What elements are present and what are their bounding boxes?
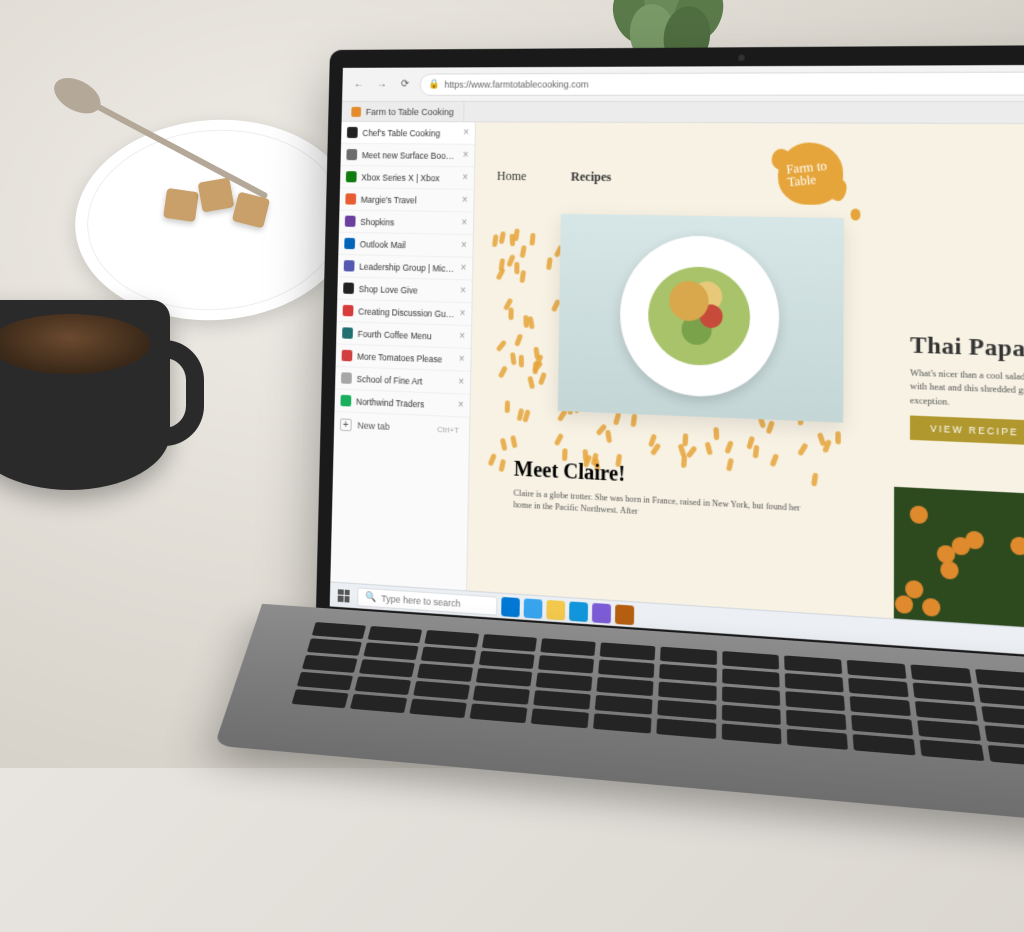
tab-label: More Tomatoes Please [357, 351, 454, 365]
forward-button[interactable]: → [373, 75, 391, 93]
favicon [346, 171, 357, 182]
tab-group[interactable]: Farm to Table Cooking [342, 102, 465, 121]
nav-recipes[interactable]: Recipes [571, 169, 612, 185]
tab-close-icon[interactable]: × [459, 354, 465, 366]
tab-label: Margie's Travel [361, 194, 457, 205]
tab-close-icon[interactable]: × [458, 400, 464, 412]
tab-close-icon[interactable]: × [462, 195, 468, 206]
featured-recipe: Thai Papaya Sa What's nicer than a cool … [910, 331, 1024, 453]
recipe-blurb: What's nicer than a cool salad on a summ… [910, 366, 1024, 418]
plus-icon: + [340, 418, 352, 431]
favicon [345, 193, 356, 204]
search-placeholder: Type here to search [381, 593, 461, 609]
vertical-tab[interactable]: Leadership Group | Microsoft × [338, 255, 473, 281]
new-tab-label: New tab [357, 420, 390, 432]
tab-label: Meet new Surface Book 3or 13.5" [362, 150, 458, 161]
vertical-tab[interactable]: Xbox Series X | Xbox × [340, 166, 474, 190]
new-tab-shortcut: Ctrl+T [437, 424, 459, 434]
laptop: ← → ⟳ 🔒 https://www.farmtotablecooking.c… [310, 43, 1024, 932]
tab-label: Leadership Group | Microsoft [359, 261, 455, 273]
address-bar[interactable]: 🔒 https://www.farmtotablecooking.com [419, 71, 1024, 95]
favicon [340, 395, 351, 407]
vertical-tab[interactable]: Meet new Surface Book 3or 13.5" × [340, 144, 474, 167]
back-button[interactable]: ← [350, 75, 368, 93]
recipe-photo [558, 214, 844, 423]
screen: ← → ⟳ 🔒 https://www.farmtotablecooking.c… [330, 64, 1024, 665]
tab-group-strip: Farm to Table Cooking ‹ [342, 102, 1024, 125]
favicon [344, 260, 355, 271]
tab-label: School of Fine Art [356, 373, 453, 387]
tab-close-icon[interactable]: × [461, 240, 467, 251]
tab-close-icon[interactable]: × [458, 377, 464, 389]
tab-label: Outlook Mail [360, 239, 456, 251]
favicon [342, 350, 353, 362]
tab-close-icon[interactable]: × [463, 127, 469, 138]
tab-label: Xbox Series X | Xbox [361, 172, 457, 183]
lock-icon: 🔒 [428, 79, 439, 90]
favicon [343, 282, 354, 293]
taskbar-mail-icon[interactable] [569, 601, 588, 622]
view-recipe-button[interactable]: VIEW RECIPE [910, 415, 1024, 445]
taskbar-app-icon[interactable] [615, 604, 634, 625]
tab-group-label: Farm to Table Cooking [366, 106, 454, 116]
favicon [343, 305, 354, 317]
browser-toolbar: ← → ⟳ 🔒 https://www.farmtotablecooking.c… [342, 64, 1024, 102]
tab-close-icon[interactable]: × [459, 308, 465, 320]
tab-label: Fourth Coffee Menu [358, 328, 455, 341]
favicon [342, 327, 353, 339]
favicon [347, 127, 358, 138]
sugar-cube [163, 188, 199, 222]
tab-label: Northwind Traders [356, 396, 453, 410]
tab-label: Creating Discussion Guidelines [358, 306, 455, 319]
tab-label: Shopkins [360, 216, 456, 228]
tab-close-icon[interactable]: × [463, 150, 469, 161]
url-text: https://www.farmtotablecooking.com [444, 79, 588, 90]
vertical-tab[interactable]: Margie's Travel × [339, 188, 473, 212]
tab-label: Chef's Table Cooking [362, 127, 458, 138]
webcam [738, 55, 744, 61]
recipe-title: Thai Papaya Sa [910, 331, 1024, 369]
tab-group-icon [351, 106, 361, 116]
vertical-tabs-sidebar: Chef's Table Cooking×Meet new Surface Bo… [330, 122, 476, 591]
vertical-tab[interactable]: Chef's Table Cooking × [341, 122, 475, 145]
secondary-photo [894, 487, 1024, 638]
taskbar-app-icon[interactable] [501, 596, 520, 616]
favicon [341, 372, 352, 384]
taskbar-folder-icon[interactable] [546, 599, 565, 620]
tab-close-icon[interactable]: × [462, 172, 468, 183]
taskbar-app-icon[interactable] [592, 602, 611, 623]
taskbar-edge-icon[interactable] [524, 598, 543, 619]
reload-button[interactable]: ⟳ [396, 75, 414, 93]
site-nav: Home Recipes About Contact [475, 157, 1024, 203]
favicon [346, 149, 357, 160]
vertical-tab[interactable]: Shopkins × [339, 210, 473, 235]
favicon [344, 238, 355, 249]
webpage-content: Farm to Table Cooking Home Recipes About… [467, 122, 1024, 638]
tab-close-icon[interactable]: × [460, 285, 466, 297]
coffee-cup [0, 300, 170, 490]
start-button[interactable] [334, 584, 354, 606]
favicon [345, 216, 356, 227]
search-icon: 🔍 [365, 591, 376, 603]
tab-close-icon[interactable]: × [461, 217, 467, 228]
site-logo[interactable]: Farm to Table [778, 142, 852, 218]
tab-label: Shop Love Give [359, 283, 455, 296]
nav-home[interactable]: Home [497, 168, 527, 184]
tab-close-icon[interactable]: × [460, 263, 466, 274]
tab-close-icon[interactable]: × [459, 331, 465, 343]
egg-icon [851, 208, 861, 220]
vertical-tab[interactable]: Outlook Mail × [338, 233, 473, 258]
